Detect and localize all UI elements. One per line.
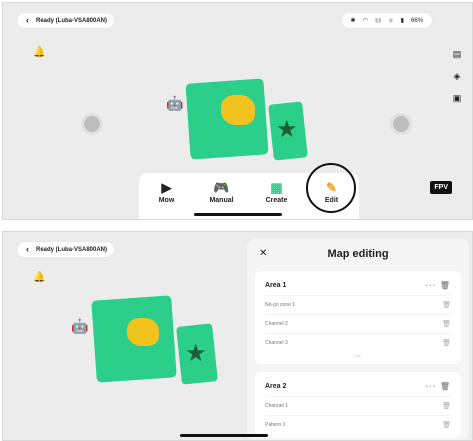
create-button[interactable]: ▦ Create: [254, 179, 300, 204]
delete-icon[interactable]: 🗑: [440, 382, 451, 391]
device-status: Ready (Luba-VSA800AN): [36, 246, 108, 253]
delete-icon[interactable]: 🗑: [442, 320, 451, 328]
obstacle-zone[interactable]: [221, 95, 255, 125]
wifi-icon: ◠: [362, 18, 368, 24]
delete-icon[interactable]: 🗑: [442, 339, 451, 347]
locate-icon[interactable]: ◈: [452, 71, 462, 81]
collapse-chevron-icon[interactable]: ︿: [265, 352, 451, 360]
area-card-2: Area 2 ··· 🗑 Channel 1 🗑 Pattern 2 🗑: [255, 372, 461, 438]
area-card-1: Area 1 ··· 🗑 No-go zone 1 🗑 Channel 2 🗑 …: [255, 271, 461, 364]
battery-level: 66%: [410, 17, 423, 24]
map-editing-sheet: ✕ Map editing Area 1 ··· 🗑 No-go zone 1 …: [247, 239, 469, 440]
back-icon[interactable]: ‹: [22, 244, 33, 255]
mower-icon: 🤖: [166, 95, 184, 111]
rtk-icon: ◉: [388, 18, 394, 24]
obstacle-zone[interactable]: [127, 318, 159, 346]
play-icon: ▶: [161, 180, 172, 195]
delete-icon[interactable]: 🗑: [442, 421, 451, 429]
more-icon[interactable]: ···: [426, 281, 437, 290]
status-pill: ‹ Ready (Luba-VSA800AN): [17, 242, 115, 257]
home-indicator: [179, 434, 268, 437]
list-item[interactable]: Channel 2 🗑: [265, 314, 451, 333]
more-icon[interactable]: ···: [426, 382, 437, 391]
map-view-panel: ‹ Ready (Luba-VSA800AN) ✱ ◠ ▮▮ ◉ ▮ 66% 🔔…: [2, 2, 473, 220]
delete-icon[interactable]: 🗑: [442, 402, 451, 410]
status-pill: ‹ Ready (Luba-VSA800AN): [17, 13, 115, 28]
notification-icon[interactable]: 🔔: [33, 272, 45, 283]
charging-station-icon: ★: [276, 116, 298, 143]
notification-icon[interactable]: 🔔: [33, 47, 45, 58]
map-editing-panel: ‹ Ready (Luba-VSA800AN) 🔔 🤖 ★ ✕ Map edit…: [2, 231, 473, 441]
delete-icon[interactable]: 🗑: [442, 301, 451, 309]
list-item[interactable]: Channel 1 🗑: [265, 396, 451, 415]
create-map-icon: ▦: [270, 180, 283, 195]
device-status: Ready (Luba-VSA800AN): [36, 17, 108, 24]
sheet-header: ✕ Map editing: [247, 239, 469, 271]
signal-icon: ▮▮: [374, 18, 382, 24]
system-status-bar: ✱ ◠ ▮▮ ◉ ▮ 66%: [341, 13, 432, 28]
map-settings-icon[interactable]: ▣: [452, 93, 462, 103]
area-name: Area 1: [265, 281, 287, 289]
delete-icon[interactable]: 🗑: [440, 281, 451, 290]
right-joystick[interactable]: [390, 113, 412, 135]
mower-icon: 🤖: [71, 318, 89, 334]
edit-highlight-circle: [306, 163, 356, 213]
sheet-title: Map editing: [327, 248, 389, 260]
bluetooth-icon: ✱: [350, 18, 356, 24]
gamepad-icon: 🎮: [213, 180, 230, 195]
list-item[interactable]: No-go zone 1 🗑: [265, 295, 451, 314]
fpv-button[interactable]: FPV: [430, 181, 452, 194]
back-icon[interactable]: ‹: [22, 15, 33, 26]
home-indicator: [193, 213, 282, 216]
battery-icon: ▮: [400, 18, 404, 24]
mow-button[interactable]: ▶ Mow: [144, 179, 190, 204]
left-joystick[interactable]: [81, 113, 103, 135]
list-item[interactable]: Pattern 2 🗑: [265, 415, 451, 434]
manual-button[interactable]: 🎮 Manual: [199, 179, 245, 204]
list-item[interactable]: Channel 3 🗑: [265, 333, 451, 352]
layers-icon[interactable]: ▤: [452, 49, 462, 59]
charging-station-icon: ★: [185, 340, 207, 367]
area-name: Area 2: [265, 382, 287, 390]
